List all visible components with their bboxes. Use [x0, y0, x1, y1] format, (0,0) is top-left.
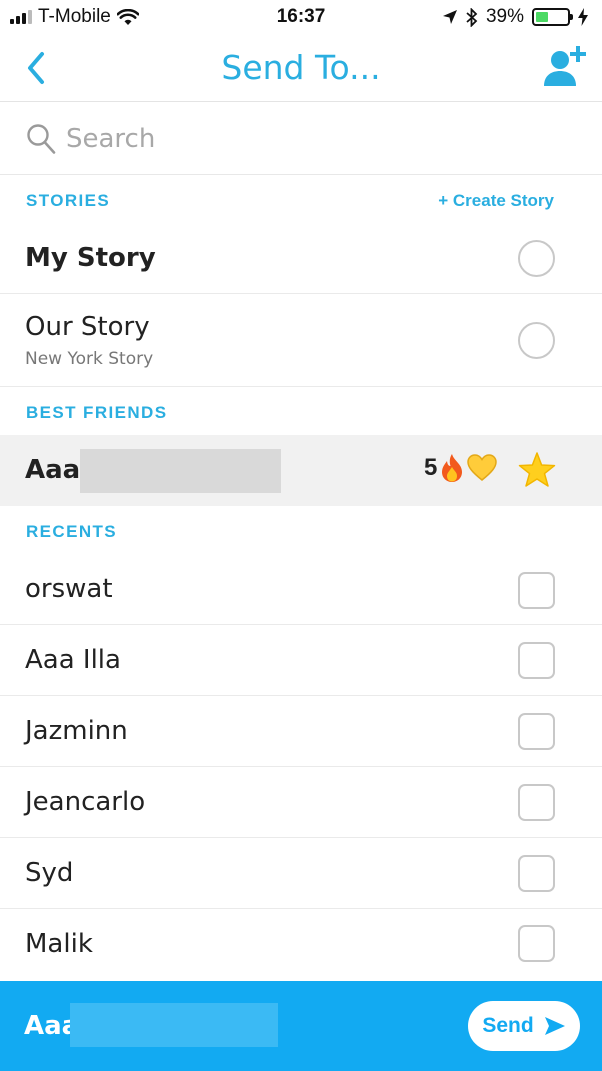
recent-row-aaa-illa[interactable]: Aaa Illa: [0, 625, 602, 696]
friend-name: Malik: [25, 929, 93, 959]
yellow-heart-icon: [467, 454, 498, 481]
select-checkbox[interactable]: [518, 572, 555, 609]
story-row-my-story[interactable]: My Story: [0, 222, 602, 294]
nav-bar: Send To...: [0, 34, 602, 102]
charging-icon: [578, 8, 588, 26]
stories-section-header: STORIES + Create Story: [0, 176, 602, 222]
bluetooth-icon: [466, 7, 478, 27]
redacted-recipient-block: [70, 1003, 278, 1047]
friend-name: Syd: [25, 858, 74, 888]
streak-count: 5: [424, 454, 438, 481]
send-bar: Aaa Send: [0, 981, 602, 1071]
add-friend-icon[interactable]: [542, 44, 588, 88]
friend-name: Jazminn: [25, 716, 128, 746]
redacted-name-block: [80, 449, 281, 493]
send-button[interactable]: Send: [468, 1001, 580, 1051]
status-bar: T-Mobile 16:37 39%: [0, 0, 602, 34]
best-friends-section-header: BEST FRIENDS: [0, 388, 602, 434]
story-name: My Story: [25, 243, 156, 273]
send-button-label: Send: [482, 1014, 534, 1037]
search-icon: [27, 124, 56, 154]
status-right: 39%: [442, 6, 588, 28]
best-friends-header-label: BEST FRIENDS: [26, 403, 168, 422]
recent-row-orswat[interactable]: orswat: [0, 554, 602, 625]
location-icon: [442, 10, 457, 24]
select-radio[interactable]: [518, 240, 555, 277]
story-subtitle: New York Story: [25, 349, 154, 369]
search-input[interactable]: [66, 121, 546, 157]
best-friend-row[interactable]: Aaa 5: [0, 435, 602, 506]
select-checkbox[interactable]: [518, 925, 555, 962]
select-checkbox[interactable]: [518, 784, 555, 821]
send-arrow-icon: [544, 1017, 565, 1035]
create-story-link[interactable]: + Create Story: [438, 191, 554, 211]
recent-row-syd[interactable]: Syd: [0, 838, 602, 909]
stories-header-label: STORIES: [26, 191, 111, 210]
recents-header-label: RECENTS: [26, 522, 118, 541]
streak-badge: 5: [424, 453, 498, 483]
recent-row-malik[interactable]: Malik: [0, 909, 602, 981]
friend-name: orswat: [25, 574, 113, 604]
select-radio[interactable]: [518, 322, 555, 359]
search-bar: [0, 103, 602, 175]
select-checkbox[interactable]: [518, 713, 555, 750]
recents-section-header: RECENTS: [0, 507, 602, 553]
friend-name: Jeancarlo: [25, 787, 146, 817]
select-checkbox[interactable]: [518, 855, 555, 892]
star-icon: [518, 452, 556, 487]
story-row-our-story[interactable]: Our Story New York Story: [0, 294, 602, 387]
story-name: Our Story: [25, 312, 150, 342]
friend-name: Aaa Illa: [25, 645, 121, 675]
page-title: Send To...: [221, 48, 381, 87]
recent-row-jeancarlo[interactable]: Jeancarlo: [0, 767, 602, 838]
select-checkbox[interactable]: [518, 642, 555, 679]
friend-name: Aaa: [25, 455, 81, 485]
recent-row-jazminn[interactable]: Jazminn: [0, 696, 602, 767]
battery-percent: 39%: [485, 6, 524, 27]
fire-icon: [442, 454, 463, 482]
battery-icon: [532, 8, 573, 26]
